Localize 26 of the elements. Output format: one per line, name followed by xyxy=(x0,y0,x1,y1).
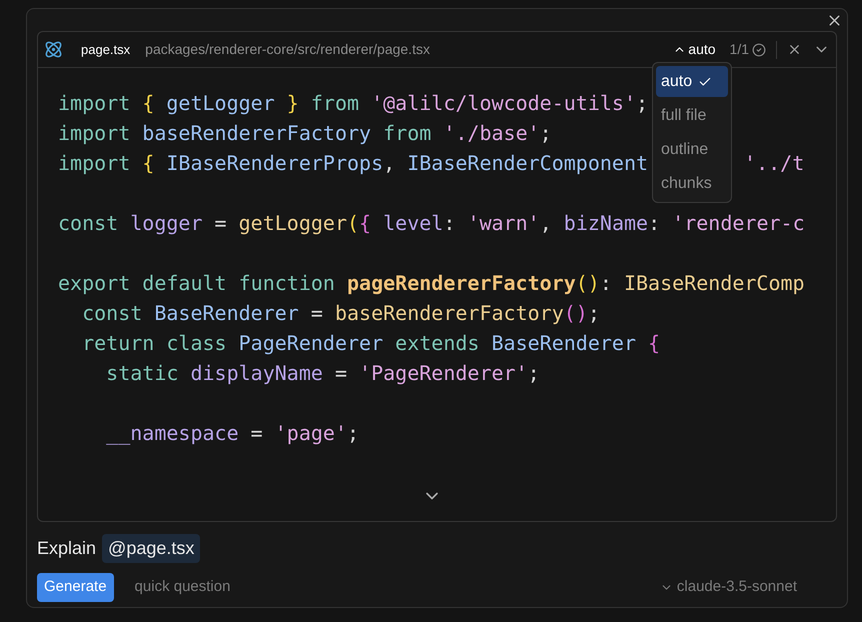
generate-button[interactable]: Generate xyxy=(37,573,114,602)
code-line: export default function pageRendererFactory(): IBaseRenderComp xyxy=(58,270,805,297)
quick-question-option[interactable]: quick question xyxy=(134,576,230,599)
code-line: const BaseRenderer = baseRendererFactory(); xyxy=(81,300,600,327)
close-icon[interactable] xyxy=(787,42,802,57)
menu-item[interactable]: auto xyxy=(656,66,728,97)
code-line: import { getLogger } from '@alilc/lowcode-utils'; xyxy=(58,90,648,117)
file-name: page.tsx xyxy=(81,40,130,59)
mode-selector[interactable]: auto xyxy=(673,39,716,60)
menu-item[interactable]: chunks xyxy=(656,168,728,199)
code-line: import { IBaseRendererProps, IBaseRenderComponent xyxy=(58,150,648,177)
file-path: packages/renderer-core/src/renderer/page.tsx xyxy=(145,40,430,59)
check-circle-icon[interactable] xyxy=(752,42,766,56)
model-selector[interactable]: claude-3.5-sonnet xyxy=(660,576,797,599)
code-line: __namespace = 'page'; xyxy=(105,420,360,447)
atom-icon xyxy=(44,40,63,59)
code-line: static displayName = 'PageRenderer'; xyxy=(105,360,540,387)
file-mention[interactable]: @page.tsx xyxy=(102,534,200,563)
code-fragment: '../t xyxy=(744,150,804,177)
menu-item[interactable]: full file xyxy=(656,100,728,131)
code-line: const logger = getLogger({ level: 'warn', bizName: 'renderer-c xyxy=(58,210,805,237)
code-line: import baseRendererFactory from './base'; xyxy=(58,120,552,147)
prompt-text: Explain xyxy=(37,537,96,560)
match-count: 1/1 xyxy=(730,40,749,59)
menu-item[interactable]: outline xyxy=(656,134,728,165)
code-line: return class PageRenderer extends BaseRenderer { xyxy=(81,330,660,357)
